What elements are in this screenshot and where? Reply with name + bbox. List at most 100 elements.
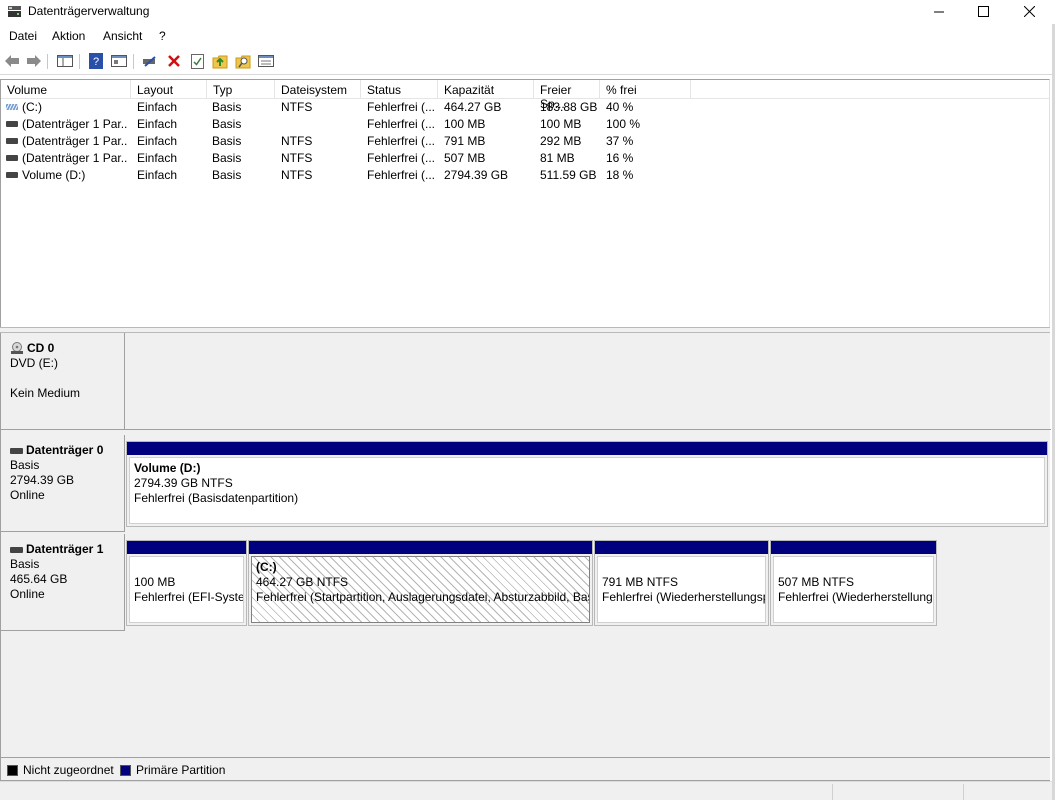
partition-body-selected: (C:) 464.27 GB NTFS Fehlerfrei (Startpar… — [251, 556, 590, 623]
volume-row-d[interactable]: Volume (D:) Einfach Basis NTFS Fehlerfre… — [1, 167, 1041, 184]
disk-name: CD 0 — [10, 341, 124, 356]
cell-prozent-frei: 100 % — [606, 117, 641, 131]
column-header-status[interactable]: Status — [361, 80, 438, 99]
cell-status: Fehlerfrei (... — [367, 134, 436, 148]
partition-status: Fehlerfrei (EFI-Systempartition) — [134, 590, 244, 604]
forward-icon — [27, 55, 41, 67]
volume-row-c[interactable]: (C:) Einfach Basis NTFS Fehlerfrei (... … — [1, 99, 1041, 116]
partition-title: Volume (D:) — [134, 461, 201, 475]
check-button[interactable] — [188, 52, 206, 70]
disk-graphical-pane: CD 0 DVD (E:) Kein Medium Datenträger 0 … — [0, 333, 1051, 757]
cell-freier-speicher: 81 MB — [540, 151, 575, 165]
folder-up-button[interactable] — [211, 52, 229, 70]
column-header-layout[interactable]: Layout — [131, 80, 207, 99]
disk-label-disk0[interactable]: Datenträger 0 Basis 2794.39 GB Online — [1, 435, 125, 532]
close-button[interactable] — [1006, 0, 1052, 22]
cell-volume: (Datenträger 1 Par... — [22, 151, 128, 165]
disk-area-cd0 — [125, 333, 1051, 430]
disk-type: DVD (E:) — [10, 356, 58, 370]
toolbar-separator — [133, 54, 134, 69]
window-title: Datenträgerverwaltung — [28, 4, 150, 18]
cell-freier-speicher: 183.88 GB — [540, 100, 598, 114]
partition-recovery-2[interactable]: 507 MB NTFS Fehlerfrei (Wiederherstellun… — [770, 540, 937, 626]
back-button[interactable] — [3, 52, 21, 70]
partition-efi[interactable]: 100 MB Fehlerfrei (EFI-Systempartition) — [126, 540, 247, 626]
menu-ansicht[interactable]: Ansicht — [103, 29, 142, 43]
volume-row-disk1-part3[interactable]: (Datenträger 1 Par... Einfach Basis NTFS… — [1, 133, 1041, 150]
maximize-button[interactable] — [960, 0, 1006, 22]
cell-kapazitaet: 2794.39 GB — [444, 168, 509, 182]
cell-volume: (Datenträger 1 Par... — [22, 134, 128, 148]
cell-kapazitaet: 507 MB — [444, 151, 486, 165]
disk-name: Datenträger 1 — [10, 542, 124, 557]
disk-type: Basis — [10, 458, 40, 472]
cell-typ: Basis — [212, 100, 242, 114]
cell-freier-speicher: 292 MB — [540, 134, 582, 148]
cell-typ: Basis — [212, 151, 242, 165]
disk-area-disk0: Volume (D:) 2794.39 GB NTFS Fehlerfrei (… — [125, 435, 1051, 532]
partition-status: Fehlerfrei (Startpartition, Auslagerungs… — [256, 590, 589, 604]
cell-volume: (C:) — [22, 100, 42, 114]
partition-title: (C:) — [256, 560, 277, 574]
cell-typ: Basis — [212, 117, 242, 131]
disk-row-disk1: Datenträger 1 Basis 465.64 GB Online 100… — [1, 534, 1051, 631]
connect-icon — [142, 56, 156, 67]
column-header-volume[interactable]: Volume — [1, 80, 131, 99]
column-header-freier-speicher[interactable]: Freier Sp... — [534, 80, 600, 111]
close-icon — [1023, 5, 1035, 17]
disk-label-disk1[interactable]: Datenträger 1 Basis 465.64 GB Online — [1, 534, 125, 631]
disk-type: Basis — [10, 557, 40, 571]
disk-name-text: CD 0 — [27, 341, 55, 355]
svg-text:?: ? — [93, 56, 99, 68]
column-header-kapazitaet[interactable]: Kapazität — [438, 80, 534, 99]
search-icon — [235, 55, 251, 68]
partition-status: Fehlerfrei (Basisdatenpartition) — [134, 491, 299, 505]
volume-icon — [6, 172, 18, 178]
primary-partition-bar — [127, 442, 1047, 455]
list-button[interactable] — [257, 52, 275, 70]
title-bar: Datenträgerverwaltung — [0, 0, 1055, 24]
delete-button[interactable] — [165, 52, 183, 70]
legend-unallocated: Nicht zugeordnet — [7, 763, 114, 777]
disk-name: Datenträger 0 — [10, 443, 124, 458]
disk-name-text: Datenträger 0 — [26, 443, 104, 457]
volume-row-disk1-part1[interactable]: (Datenträger 1 Par... Einfach Basis Fehl… — [1, 116, 1041, 133]
partition-d[interactable]: Volume (D:) 2794.39 GB NTFS Fehlerfrei (… — [126, 441, 1048, 527]
minimize-button[interactable] — [916, 0, 962, 22]
partition-c[interactable]: (C:) 464.27 GB NTFS Fehlerfrei (Startpar… — [248, 540, 593, 626]
cell-kapazitaet: 100 MB — [444, 117, 486, 131]
console-tree-button[interactable] — [56, 52, 74, 70]
cell-layout: Einfach — [137, 134, 178, 148]
disk-media-status: Kein Medium — [10, 386, 81, 400]
column-header-prozent-frei[interactable]: % frei — [600, 80, 691, 99]
cell-freier-speicher: 511.59 GB — [540, 168, 597, 182]
forward-button[interactable] — [25, 52, 43, 70]
legend-swatch — [7, 764, 18, 776]
cell-typ: Basis — [212, 134, 242, 148]
console-tree-icon — [57, 55, 73, 67]
legend-swatch — [120, 764, 131, 776]
delete-icon — [168, 55, 180, 67]
cell-layout: Einfach — [137, 168, 178, 182]
connect-button[interactable] — [141, 52, 159, 70]
column-header-typ[interactable]: Typ — [207, 80, 275, 99]
help-button[interactable]: ? — [87, 52, 105, 70]
cell-prozent-frei: 40 % — [606, 100, 634, 114]
partition-recovery-1[interactable]: 791 MB NTFS Fehlerfrei (Wiederherstellun… — [594, 540, 769, 626]
legend: Nicht zugeordnet Primäre Partition — [0, 757, 1050, 781]
disk-label-cd0[interactable]: CD 0 DVD (E:) Kein Medium — [1, 333, 125, 430]
properties-button[interactable] — [110, 52, 128, 70]
search-button[interactable] — [234, 52, 252, 70]
disk-area-disk1: 100 MB Fehlerfrei (EFI-Systempartition) … — [125, 534, 1051, 631]
maximize-icon — [977, 5, 989, 17]
volume-row-disk1-part4[interactable]: (Datenträger 1 Par... Einfach Basis NTFS… — [1, 150, 1041, 167]
cell-prozent-frei: 18 % — [606, 168, 634, 182]
status-separator — [963, 784, 964, 800]
menu-help[interactable]: ? — [159, 29, 166, 43]
volume-icon — [6, 138, 18, 144]
column-header-dateisystem[interactable]: Dateisystem — [275, 80, 361, 99]
menu-datei[interactable]: Datei — [9, 29, 37, 43]
menu-aktion[interactable]: Aktion — [52, 29, 85, 43]
minimize-icon — [933, 11, 944, 12]
